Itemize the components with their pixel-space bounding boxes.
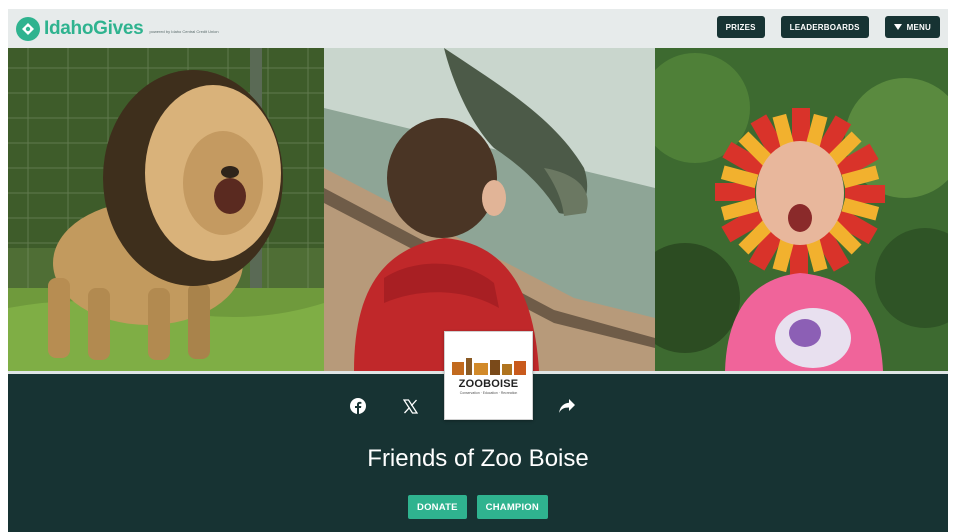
- donate-button[interactable]: DONATE: [408, 495, 467, 519]
- org-title: Friends of Zoo Boise: [367, 445, 589, 472]
- powered-by-text: powered by Idaho Central Credit Union: [149, 29, 219, 34]
- leaderboards-label: LEADERBOARDS: [789, 22, 860, 32]
- champion-label: CHAMPION: [485, 501, 539, 513]
- donate-label: DONATE: [417, 501, 458, 513]
- girl-lion-mask-photo: [655, 48, 948, 371]
- prizes-button[interactable]: PRIZES: [716, 16, 765, 38]
- header-nav: PRIZES LEADERBOARDS MENU: [716, 16, 940, 38]
- page-frame: IdahoGives powered by Idaho Central Cred…: [8, 9, 948, 532]
- menu-button[interactable]: MENU: [884, 16, 940, 38]
- lion-photo: [8, 48, 324, 371]
- idahogives-logo-icon[interactable]: [16, 16, 40, 41]
- site-header: IdahoGives powered by Idaho Central Cred…: [8, 9, 948, 48]
- prizes-label: PRIZES: [725, 22, 756, 32]
- share-icon[interactable]: [558, 397, 576, 415]
- org-logo-name: ZOOBOISE: [458, 378, 519, 390]
- site-logo-text[interactable]: IdahoGives: [44, 18, 144, 40]
- hero-gallery: [8, 48, 948, 371]
- zoo-animals-icon: [450, 356, 527, 376]
- x-icon[interactable]: [401, 397, 419, 415]
- facebook-icon[interactable]: [349, 397, 367, 415]
- menu-label: MENU: [906, 22, 931, 32]
- org-logo: ZOOBOISE Conservation · Education · Recr…: [444, 331, 533, 420]
- child-alligator-photo: [324, 48, 655, 371]
- org-logo-tagline: Conservation · Education · Recreation: [459, 391, 518, 395]
- action-buttons: DONATE CHAMPION: [8, 495, 948, 519]
- champion-button[interactable]: CHAMPION: [476, 495, 548, 519]
- leaderboards-button[interactable]: LEADERBOARDS: [780, 16, 869, 38]
- caret-down-icon: [893, 24, 902, 30]
